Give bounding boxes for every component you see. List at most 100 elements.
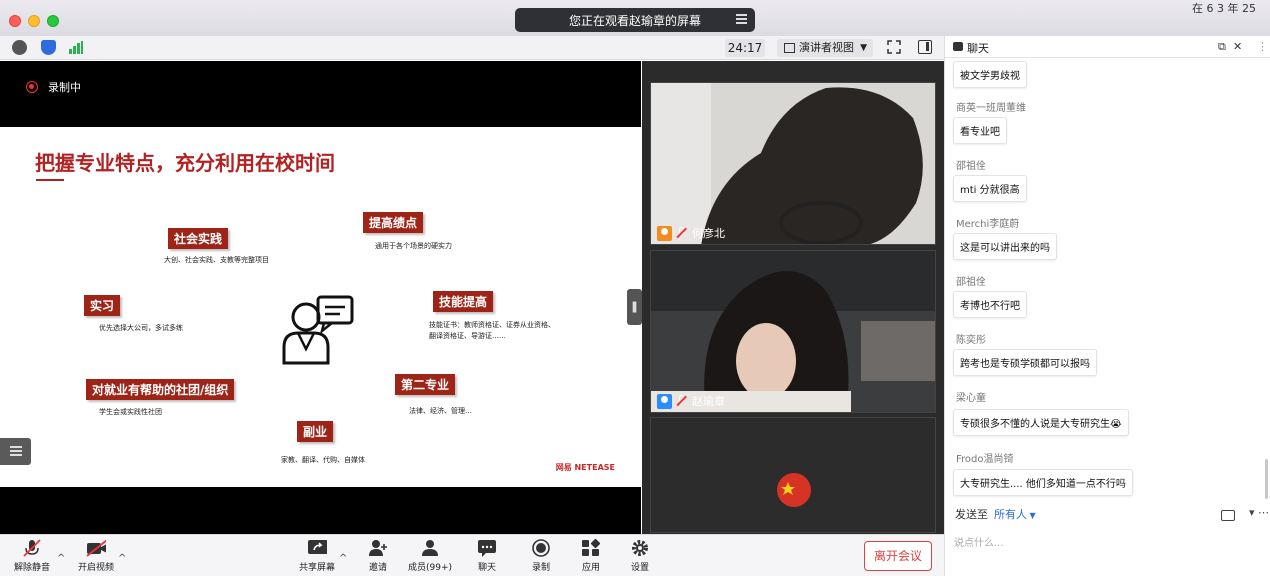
participant-video	[651, 83, 935, 244]
send-to-target[interactable]: 所有人	[994, 508, 1027, 521]
chat-message: 考博也不行吧	[953, 291, 1027, 318]
chat-label: 聊天	[477, 563, 496, 573]
brand-logo: 网易 NETEASE	[555, 463, 615, 472]
start-video-button[interactable]: 开启视频	[74, 539, 118, 573]
mic-muted-icon	[23, 539, 41, 557]
settings-label: 设置	[630, 563, 649, 573]
settings-button[interactable]: 设置	[618, 539, 662, 573]
share-screen-label: 共享屏幕	[298, 563, 335, 573]
chevron-down-icon: ▼	[1027, 511, 1036, 520]
unmute-button[interactable]: 解除静音	[10, 539, 54, 573]
slide-tag: 对就业有帮助的社团/组织	[86, 379, 235, 400]
apps-button[interactable]: 应用	[569, 539, 613, 573]
slide-note: 优先选择大公司，多试多练	[99, 324, 183, 332]
control-bar: 解除静音 ^ 开启视频 ^ 共享屏幕 ^ 邀请 成员(99+) 聊天 录制 应用…	[0, 534, 944, 576]
info-icon[interactable]	[12, 40, 27, 55]
apps-label: 应用	[581, 563, 600, 573]
sidebar-toggle-icon[interactable]	[918, 40, 932, 54]
members-button[interactable]: 成员(99+)	[404, 539, 456, 573]
participant-video	[651, 251, 935, 412]
chat-sender: 邵祖佺	[956, 277, 986, 288]
slide-tag: 第二专业	[395, 374, 456, 395]
slide-note: 家教、翻译、代购、自媒体	[281, 456, 365, 464]
presentation-slide: 把握专业特点，充分利用在校时间 社会实践 大创、社会实践、支教等完整项目 提高绩…	[0, 127, 641, 487]
video-tile[interactable]: 赵瑜章	[650, 250, 936, 413]
collapse-gallery-button[interactable]: ❚	[627, 289, 642, 325]
shared-screen: 录制中 把握专业特点，充分利用在校时间 社会实践 大创、社会实践、支教等完整项目…	[0, 61, 641, 534]
view-mode-label: 演讲者视图	[799, 41, 854, 54]
chat-button[interactable]: 聊天	[465, 539, 509, 573]
video-tile[interactable]	[650, 417, 936, 533]
invite-button[interactable]: 邀请	[356, 539, 400, 573]
chat-message-list: 被文学男歧视 商英一班周董维 看专业吧 邵祖佺 mti 分就很高 Merchi李…	[945, 58, 1267, 503]
shield-icon[interactable]	[41, 40, 56, 55]
meeting-window: 您正在观看赵瑜章的屏幕 在 6 3 年 25 24:17 演讲者视图 ▼ 录制中	[0, 0, 1270, 576]
participant-label: 何彦北	[657, 225, 725, 241]
record-button[interactable]: 录制	[519, 539, 563, 573]
meeting-timer: 24:17	[725, 39, 765, 57]
close-icon[interactable]: ✕	[1233, 40, 1242, 53]
chat-message: 专硕很多不懂的人说是大专研究生😭	[953, 409, 1129, 436]
apps-icon	[582, 539, 601, 556]
grid-icon	[784, 43, 795, 53]
minimize-window-button[interactable]	[28, 15, 40, 27]
signal-icon[interactable]	[69, 41, 83, 54]
fullscreen-icon[interactable]	[887, 40, 902, 55]
chat-message: 大专研究生.... 他们多知道一点不行吗	[953, 469, 1133, 496]
chat-message: mti 分就很高	[953, 175, 1027, 202]
title-bar: 您正在观看赵瑜章的屏幕 在 6 3 年 25	[0, 0, 1270, 36]
person-chat-icon	[282, 295, 354, 365]
recording-indicator: 录制中	[26, 79, 81, 95]
list-icon[interactable]	[0, 438, 31, 465]
video-options-caret[interactable]: ^	[118, 553, 126, 564]
popout-icon[interactable]: ⧉	[1218, 40, 1226, 54]
chat-sender: 梁心童	[956, 393, 986, 404]
chat-message: 看专业吧	[953, 117, 1007, 144]
slide-tag: 提高绩点	[363, 212, 424, 233]
screen-share-banner[interactable]: 您正在观看赵瑜章的屏幕	[515, 8, 755, 32]
chat-sender: 邵祖佺	[956, 161, 986, 172]
chat-panel: 聊天 ⧉ ✕ ⋮ 被文学男歧视 商英一班周董维 看专业吧 邵祖佺 mti 分就很…	[944, 36, 1270, 576]
send-to-selector[interactable]: 发送至 所有人 ▼	[955, 506, 1036, 522]
resize-handle-icon[interactable]: ⋮	[1257, 40, 1268, 53]
chat-message: 被文学男歧视	[953, 61, 1027, 88]
system-clock: 在 6 3 年 25	[1192, 2, 1256, 15]
invite-label: 邀请	[368, 563, 387, 573]
chevron-down-icon: ▼	[860, 43, 867, 53]
maximize-window-button[interactable]	[47, 15, 59, 27]
menu-icon[interactable]	[736, 14, 747, 25]
slide-note: 学生会或实践性社团	[99, 408, 162, 416]
close-window-button[interactable]	[9, 15, 21, 27]
share-banner-label: 您正在观看赵瑜章的屏幕	[568, 13, 701, 28]
avatar-icon	[657, 393, 672, 409]
audio-options-caret[interactable]: ^	[57, 553, 65, 564]
slide-note: 法律、经济、管理…	[409, 407, 472, 415]
slide-note: 大创、社会实践、支教等完整项目	[164, 256, 269, 264]
chat-scrollbar[interactable]	[1265, 459, 1268, 499]
start-video-label: 开启视频	[77, 563, 114, 573]
share-options-caret[interactable]: ^	[339, 553, 347, 564]
meeting-toolbar: 24:17 演讲者视图 ▼	[0, 36, 944, 60]
unmute-label: 解除静音	[13, 563, 50, 573]
record-icon	[532, 539, 550, 557]
avatar-icon	[657, 225, 672, 241]
video-tile[interactable]: 何彦北	[650, 82, 936, 245]
slide-title: 把握专业特点，充分利用在校时间	[35, 151, 335, 175]
share-screen-button[interactable]: 共享屏幕	[295, 539, 339, 573]
more-options-icon[interactable]: ▾ ⋯	[1249, 506, 1269, 519]
participant-avatar	[651, 418, 935, 532]
video-gallery: 何彦北 赵瑜章	[642, 61, 944, 534]
view-mode-dropdown[interactable]: 演讲者视图 ▼	[777, 39, 873, 57]
send-to-label: 发送至	[955, 508, 988, 521]
slide-tag: 实习	[84, 295, 121, 316]
title-underline	[36, 179, 64, 181]
chat-sender: Frodo温尚锜	[956, 454, 1014, 465]
file-icon[interactable]	[1221, 510, 1235, 521]
mic-muted-icon	[676, 395, 687, 407]
chat-input[interactable]: 说点什么...	[954, 534, 1004, 549]
slide-note: 技能证书：教师资格证、证券从业资格、	[429, 321, 555, 329]
chat-sender: 陈奕彤	[956, 335, 986, 346]
members-label: 成员(99+)	[407, 563, 453, 573]
leave-meeting-button[interactable]: 离开会议	[864, 541, 932, 571]
record-dot-icon	[26, 81, 38, 93]
